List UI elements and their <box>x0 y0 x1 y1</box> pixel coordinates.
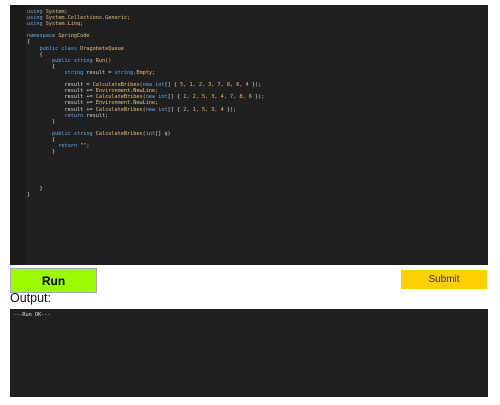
code-token: System.Collections.Generic; <box>42 15 131 22</box>
code-token: result += <box>27 88 96 95</box>
code-editor[interactable]: using System; using System.Collections.Ge… <box>10 5 488 265</box>
code-token: CalculateBribes( <box>95 106 146 113</box>
code-token: public string <box>27 130 93 137</box>
code-token: result += <box>27 106 96 113</box>
code-token: result += <box>27 100 96 107</box>
submit-button[interactable]: Submit <box>401 270 487 289</box>
code-token: string <box>114 69 134 76</box>
output-panel: ---Run OK--- <box>10 309 488 397</box>
code-token: }); <box>223 106 237 113</box>
code-token: 5, 1, 2, 3, 7, 8, 6, 4 <box>180 82 249 89</box>
code-token: } <box>27 191 31 198</box>
run-button[interactable]: Run <box>10 268 97 293</box>
output-label: Output: <box>10 291 51 305</box>
line-number-gutter <box>10 5 25 265</box>
code-token: } <box>27 185 43 192</box>
code-token: }); <box>251 94 265 101</box>
code-token: [] { <box>167 106 184 113</box>
code-token: int <box>145 130 156 137</box>
code-lines[interactable]: using System; using System.Collections.Ge… <box>27 9 486 198</box>
code-token: new int <box>145 94 168 101</box>
code-token: } <box>27 118 56 125</box>
code-token: 1, 2, 5, 3, 4, 7, 8, 6 <box>183 94 252 101</box>
code-token: result; <box>83 112 109 119</box>
code-token: public class <box>27 45 77 52</box>
code-token: using <box>27 15 43 22</box>
code-token: System.Linq; <box>42 21 84 28</box>
code-token: result = <box>27 82 93 89</box>
code-token: { <box>27 39 31 46</box>
code-token: Environment.NewLine; <box>95 100 159 107</box>
code-token: DragobeteQueue <box>76 45 124 52</box>
code-token: { <box>27 136 56 143</box>
output-text: ---Run OK--- <box>13 312 51 318</box>
code-token: [] { <box>164 82 181 89</box>
code-token: result += <box>27 94 96 101</box>
code-token: ""; <box>76 143 90 150</box>
code-token: }); <box>248 82 262 89</box>
code-token: namespace <box>27 33 56 40</box>
code-token: SpringCode <box>55 33 90 40</box>
code-token: CalculateBribes( <box>92 130 146 137</box>
code-token: using <box>27 21 43 28</box>
code-token: Run() <box>92 57 112 64</box>
code-token: CalculateBribes( <box>92 82 143 89</box>
code-token: System; <box>42 9 68 15</box>
code-token: public string <box>27 57 93 64</box>
code-token: Environment.NewLine; <box>95 88 159 95</box>
code-token: string <box>27 69 84 76</box>
code-token: using <box>27 9 43 15</box>
code-token: { <box>27 63 56 70</box>
code-token: } <box>27 149 56 156</box>
code-token: [] { <box>167 94 184 101</box>
code-token: CalculateBribes( <box>95 94 146 101</box>
code-token: { <box>27 51 43 58</box>
code-token: return <box>27 143 77 150</box>
code-line: } <box>27 192 486 198</box>
code-token: [] q) <box>155 130 171 137</box>
code-token: new int <box>145 106 168 113</box>
code-token: result = <box>83 69 115 76</box>
code-token: return <box>27 112 84 119</box>
code-token: new int <box>142 82 165 89</box>
code-token: .Empty; <box>133 69 156 76</box>
code-token: 2, 1, 5, 3, 4 <box>183 106 224 113</box>
